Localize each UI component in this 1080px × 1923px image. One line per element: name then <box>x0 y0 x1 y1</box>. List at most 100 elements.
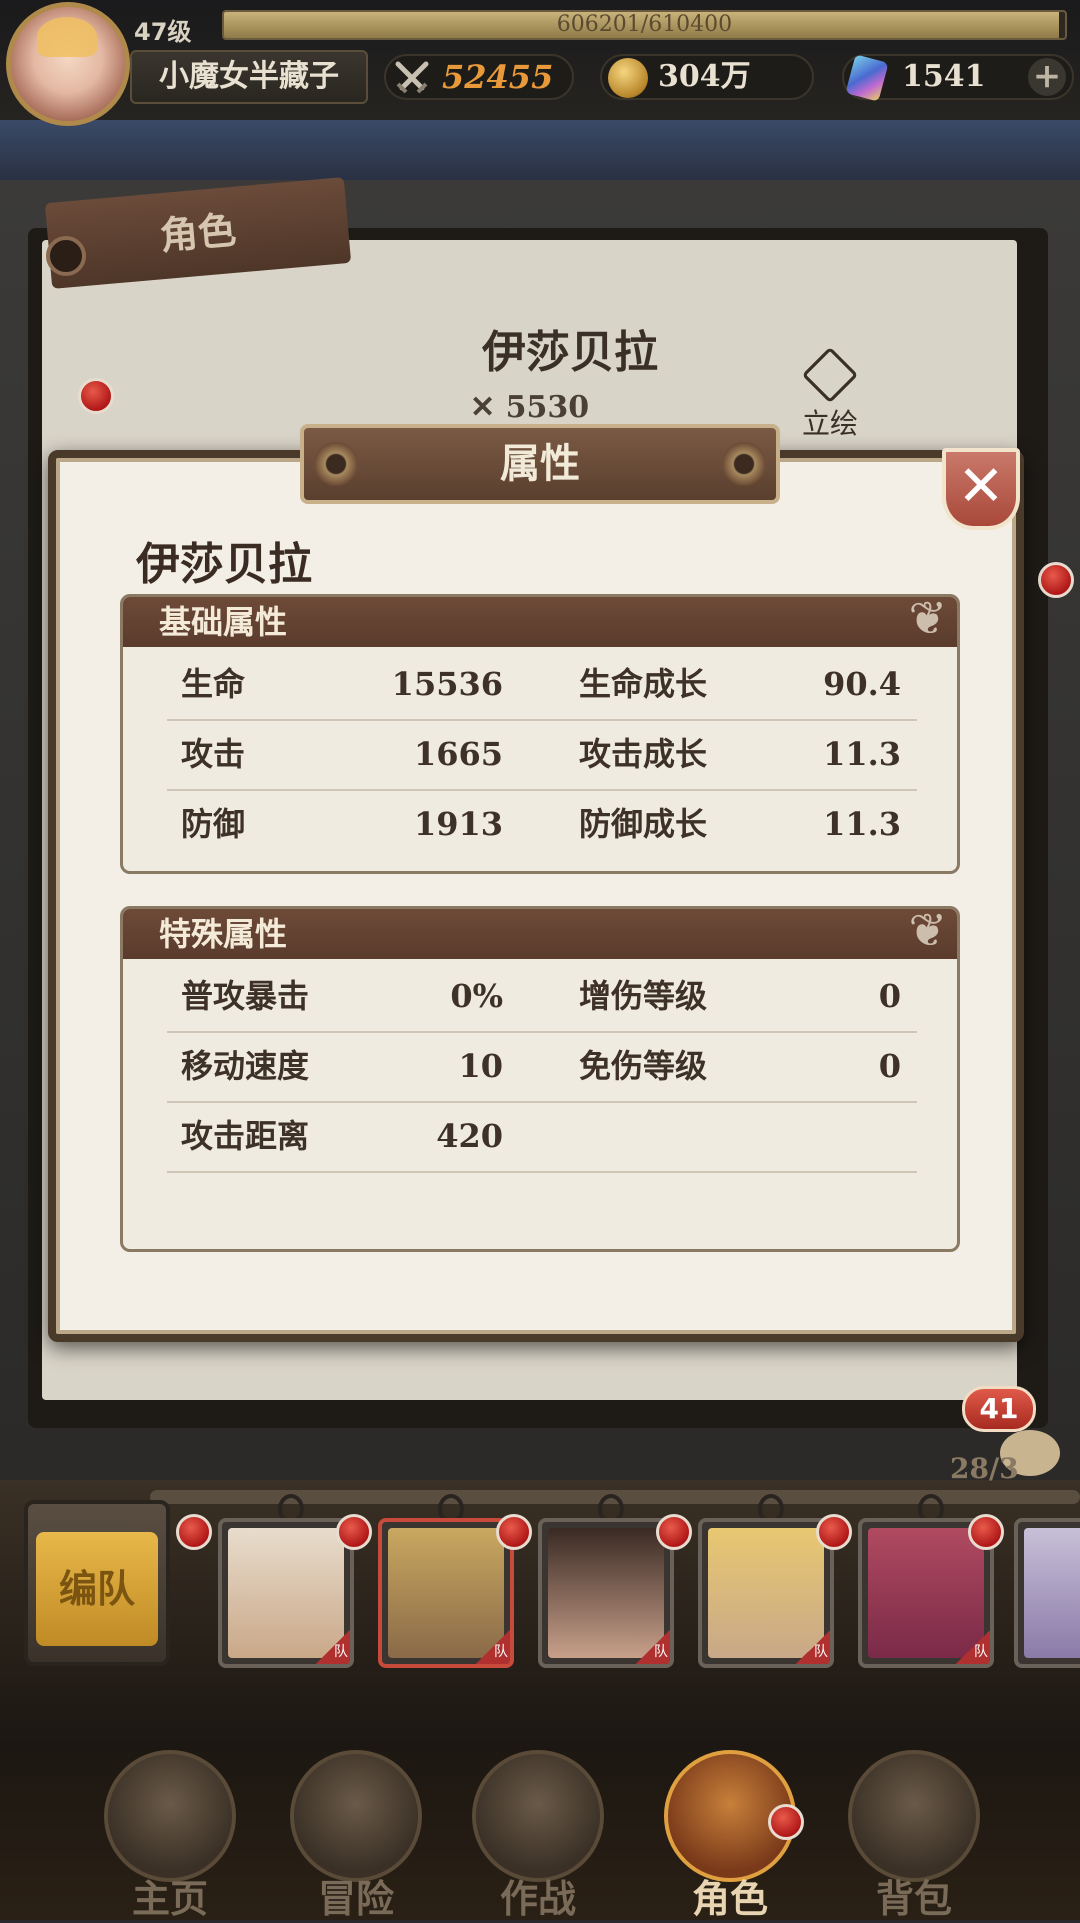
attribute-row: 普攻暴击 0% 增伤等级 0 <box>167 963 917 1033</box>
crossed-swords-icon <box>395 61 429 94</box>
team-tag: 队 <box>956 1630 990 1664</box>
portrait-button[interactable]: 立绘 <box>794 346 866 442</box>
gem-value: 1541 <box>902 59 986 94</box>
top-status-bar: 47级 606201/610400 小魔女半藏子 52455 304万 1541… <box>0 0 1080 126</box>
hero-card-selected[interactable]: 队 <box>378 1518 514 1668</box>
attr-value: 0 <box>878 977 901 1015</box>
chat-count-badge[interactable]: 41 <box>962 1386 1036 1432</box>
player-name[interactable]: 小魔女半藏子 <box>130 50 368 104</box>
attr-value: 420 <box>436 1117 503 1155</box>
section-header: 特殊属性 <box>123 909 957 959</box>
backpack-icon <box>848 1750 980 1882</box>
attr-value: 10 <box>458 1047 503 1085</box>
attr-label: 防御成长 <box>579 805 708 843</box>
portal-icon <box>290 1750 422 1882</box>
player-avatar[interactable] <box>6 2 130 126</box>
gem-counter: 1541 + <box>842 54 1074 102</box>
character-power: ✕ 5530 <box>470 390 589 425</box>
hero-card[interactable]: 队 <box>218 1518 354 1668</box>
attribute-row: 攻击距离 420 <box>167 1103 917 1173</box>
hero-card[interactable]: 队 <box>538 1518 674 1668</box>
character-title: 伊莎贝拉 <box>482 327 658 378</box>
notification-dot <box>336 1514 372 1550</box>
team-tag: 队 <box>476 1630 510 1664</box>
attribute-row: 攻击 1665 攻击成长 11.3 <box>167 721 917 791</box>
attr-label: 攻击 <box>181 735 246 773</box>
notification-dot <box>176 1514 212 1550</box>
magnifier-icon <box>801 346 859 404</box>
notification-dot <box>968 1514 1004 1550</box>
gem-icon <box>845 54 889 102</box>
attr-value: 15536 <box>391 665 503 703</box>
modal-character-name: 伊莎贝拉 <box>136 539 312 590</box>
attr-label: 攻击距离 <box>181 1117 310 1155</box>
attr-value: 90.4 <box>823 665 901 703</box>
notification-dot <box>496 1514 532 1550</box>
nav-bag[interactable]: 背包 <box>834 1750 994 1921</box>
combat-power: 52455 <box>384 54 574 100</box>
tab-ring-icon <box>46 236 86 276</box>
nav-label: 冒险 <box>317 1877 394 1921</box>
special-attributes-section: 特殊属性 普攻暴击 0% 增伤等级 0 移动速度 10 免伤等级 0 攻击距离 … <box>120 906 960 1252</box>
team-tag: 队 <box>796 1630 830 1664</box>
attr-label: 生命 <box>181 665 246 703</box>
modal-title: 属性 <box>300 424 780 504</box>
attr-label: 生命成长 <box>579 665 708 703</box>
hero-card[interactable]: 队 <box>698 1518 834 1668</box>
team-tag: 队 <box>316 1630 350 1664</box>
add-gems-button[interactable]: + <box>1028 58 1066 96</box>
attribute-row: 防御 1913 防御成长 11.3 <box>167 791 917 859</box>
basic-attributes-section: 基础属性 生命 15536 生命成长 90.4 攻击 1665 攻击成长 11.… <box>120 594 960 874</box>
formation-button[interactable]: 编队 <box>24 1500 170 1666</box>
ornament-knob-icon <box>314 442 358 486</box>
notification-dot <box>1038 562 1074 598</box>
notification-dot <box>656 1514 692 1550</box>
combat-power-value: 52455 <box>442 58 554 96</box>
formation-label: 编队 <box>36 1532 158 1646</box>
nav-home[interactable]: 主页 <box>90 1750 250 1921</box>
attr-value: 11.3 <box>823 735 901 773</box>
hero-card-partial[interactable] <box>1014 1518 1080 1668</box>
player-level: 47级 <box>134 18 192 46</box>
section-header: 基础属性 <box>123 597 957 647</box>
nav-adventure[interactable]: 冒险 <box>276 1750 436 1921</box>
attr-value: 0% <box>450 977 503 1015</box>
notification-dot <box>816 1514 852 1550</box>
portrait-label: 立绘 <box>801 407 858 440</box>
angel-statue-icon <box>104 1750 236 1882</box>
attr-value: 0 <box>878 1047 901 1085</box>
attribute-row: 移动速度 10 免伤等级 0 <box>167 1033 917 1103</box>
exp-bar: 606201/610400 <box>222 10 1067 40</box>
nav-label: 背包 <box>875 1877 952 1921</box>
attr-value: 1913 <box>413 805 503 843</box>
warrior-icon <box>472 1750 604 1882</box>
nav-label: 角色 <box>691 1877 768 1921</box>
hero-portrait <box>1024 1528 1080 1658</box>
exp-text: 606201/610400 <box>556 12 733 37</box>
gold-value: 304万 <box>658 59 751 94</box>
nav-label: 作战 <box>499 1877 576 1921</box>
attr-value: 1665 <box>413 735 503 773</box>
attribute-row: 生命 15536 生命成长 90.4 <box>167 651 917 721</box>
character-power-value: 5530 <box>505 390 590 425</box>
attr-label: 移动速度 <box>181 1047 310 1085</box>
hero-count: 28/3 <box>950 1452 1019 1485</box>
nav-battle[interactable]: 作战 <box>458 1750 618 1921</box>
close-button[interactable]: ✕ <box>942 448 1020 530</box>
attr-label: 增伤等级 <box>579 977 708 1015</box>
notification-dot <box>78 378 114 414</box>
modal-title-text: 属性 <box>500 441 580 487</box>
attr-label: 普攻暴击 <box>181 977 310 1015</box>
nav-label: 主页 <box>131 1877 208 1921</box>
gold-counter: 304万 <box>600 54 814 100</box>
attr-label: 免伤等级 <box>579 1047 708 1085</box>
bottom-navigation: 主页 冒险 作战 角色 背包 <box>0 1690 1080 1921</box>
gold-coin-icon <box>608 58 648 98</box>
attr-label: 防御 <box>181 805 246 843</box>
notification-dot <box>768 1804 804 1840</box>
attr-label: 攻击成长 <box>579 735 708 773</box>
attr-value: 11.3 <box>823 805 901 843</box>
ornament-knob-icon <box>722 442 766 486</box>
swords-icon: ✕ <box>470 390 506 425</box>
team-tag: 队 <box>636 1630 670 1664</box>
